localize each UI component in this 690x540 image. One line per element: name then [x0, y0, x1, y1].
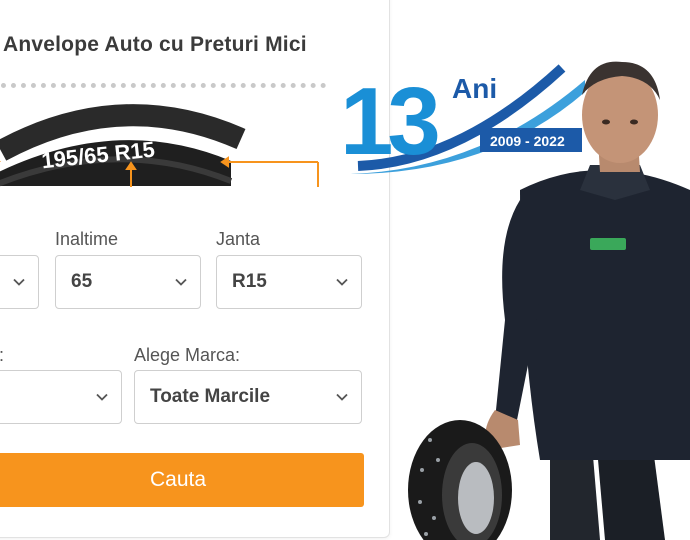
inaltime-select[interactable]: 65 — [55, 255, 201, 309]
dotted-divider — [0, 83, 326, 88]
marca-select[interactable]: Toate Marcile — [134, 370, 362, 424]
person-with-tire-photo — [408, 61, 690, 540]
sezon-select[interactable] — [0, 370, 122, 424]
janta-label: Janta — [216, 229, 261, 249]
chevron-down-icon — [175, 278, 187, 286]
chevron-down-icon — [336, 278, 348, 286]
chevron-down-icon — [13, 278, 25, 286]
marca-value: Toate Marcile — [150, 386, 271, 407]
marca-label: Alege Marca: — [134, 345, 241, 365]
chevron-down-icon — [336, 393, 348, 401]
search-button[interactable]: Cauta — [0, 453, 364, 507]
janta-value: R15 — [232, 271, 267, 292]
inaltime-value: 65 — [71, 271, 93, 292]
inaltime-label: Inaltime — [55, 229, 119, 249]
sezon-label: : — [0, 345, 4, 366]
janta-select[interactable]: R15 — [216, 255, 362, 309]
tire-size-diagram: 195/65 R15 — [0, 104, 319, 187]
card-title: Anvelope Auto cu Preturi Mici — [3, 33, 307, 56]
latime-select[interactable] — [0, 255, 39, 309]
chevron-down-icon — [96, 393, 108, 401]
